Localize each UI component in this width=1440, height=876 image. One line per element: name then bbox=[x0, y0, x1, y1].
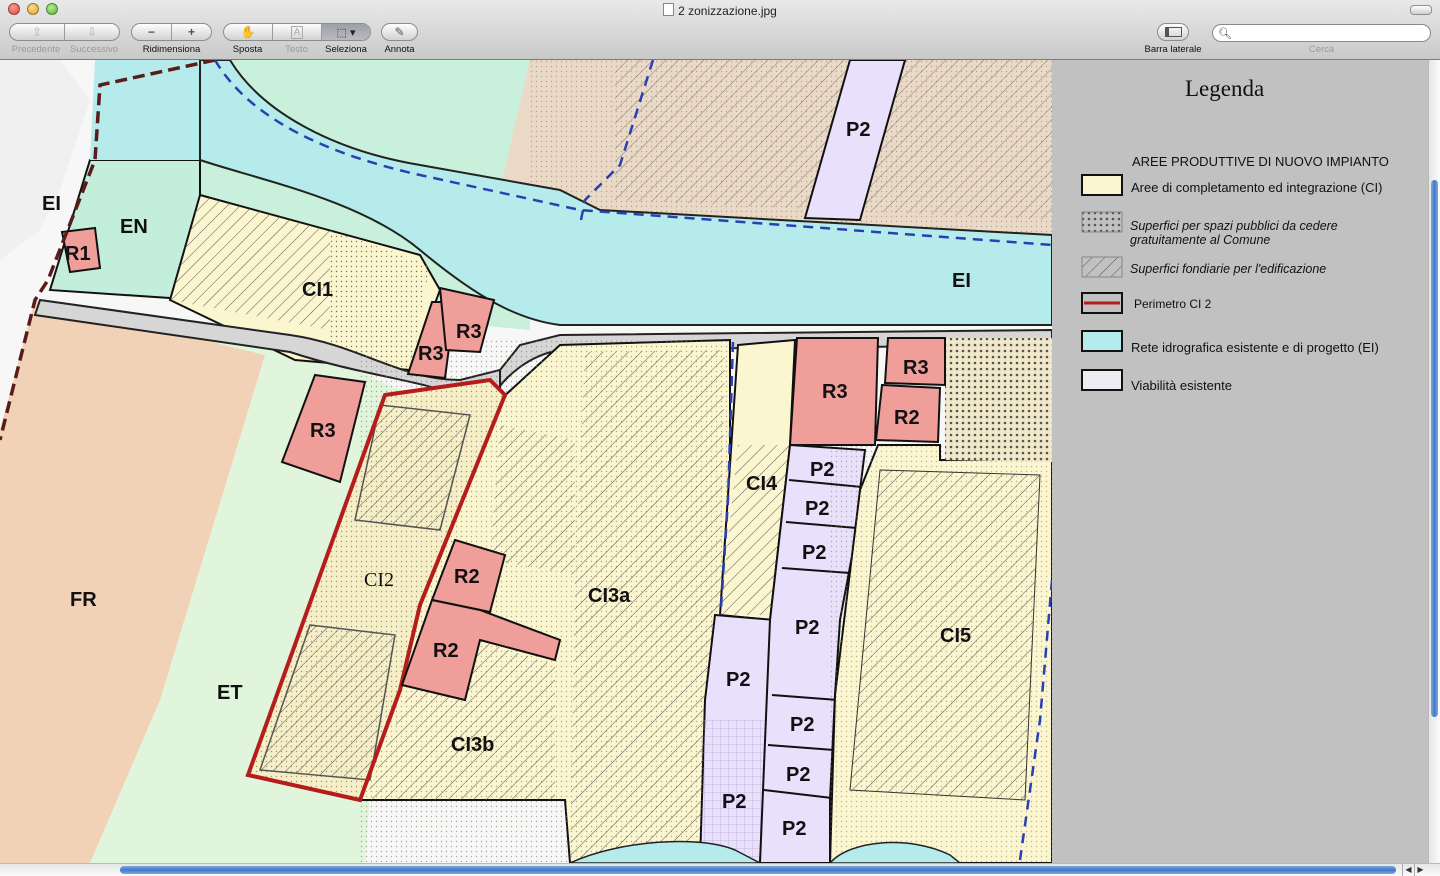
legend-title: Legenda bbox=[1185, 76, 1264, 101]
label-p2-a: P2 bbox=[810, 459, 834, 481]
label-ei-main: EI bbox=[952, 270, 971, 292]
zoom-out-button[interactable]: − bbox=[132, 24, 171, 40]
legend-item-2-line1: Superfici per spazi pubblici da cedere bbox=[1130, 219, 1338, 233]
search-label: Cerca bbox=[1308, 44, 1335, 55]
label-ci2: CI2 bbox=[364, 569, 394, 591]
scroll-left-arrow[interactable]: ◀ bbox=[1402, 864, 1414, 876]
document-canvas[interactable]: EI EN R1 CI1 R3 R3 R3 EI P2 R3 R3 R2 P2 … bbox=[0, 60, 1428, 863]
toolbar-toggle-button[interactable] bbox=[1410, 5, 1432, 15]
annotate-seg: ✎ bbox=[382, 24, 417, 40]
annotate-button[interactable]: ✎ bbox=[381, 23, 418, 41]
legend-item-1: Aree di completamento ed integrazione (C… bbox=[1131, 180, 1382, 195]
zone-ci3-small-hatch bbox=[490, 425, 575, 575]
legend-heading: AREE PRODUTTIVE DI NUOVO IMPIANTO bbox=[1132, 154, 1389, 169]
select-label: Seleziona bbox=[325, 44, 367, 55]
tool-mode-control: ✋ A ⬚ ▾ bbox=[223, 23, 371, 41]
selection-icon: ⬚ ▾ bbox=[336, 26, 356, 39]
label-ei-left: EI bbox=[42, 193, 61, 215]
label-r3-b: R3 bbox=[456, 321, 482, 343]
search-input[interactable] bbox=[1233, 26, 1427, 42]
legend-swatch-ci bbox=[1081, 174, 1123, 196]
zone-public-space-pattern bbox=[945, 338, 1052, 462]
pencil-icon: ✎ bbox=[394, 25, 405, 39]
horizontal-scroll-thumb[interactable] bbox=[120, 866, 1396, 874]
move-label: Sposta bbox=[232, 44, 263, 55]
label-p2-d: P2 bbox=[795, 617, 819, 639]
label-p2-g: P2 bbox=[786, 764, 810, 786]
window-title: 2 zonizzazione.jpg bbox=[0, 3, 1440, 18]
zoning-map-image: EI EN R1 CI1 R3 R3 R3 EI P2 R3 R3 R2 P2 … bbox=[0, 60, 1428, 863]
previous-button[interactable]: ⇧ bbox=[10, 24, 64, 40]
next-button[interactable]: ⇩ bbox=[64, 24, 119, 40]
zone-p2-grid bbox=[700, 720, 770, 860]
arrow-up-icon: ⇧ bbox=[31, 25, 43, 39]
label-r1: R1 bbox=[65, 243, 91, 265]
minus-icon: − bbox=[147, 25, 155, 39]
label-p2-f: P2 bbox=[790, 714, 814, 736]
window-title-text: 2 zonizzazione.jpg bbox=[678, 4, 777, 18]
water-left bbox=[90, 60, 200, 160]
label-r2-c: R2 bbox=[433, 640, 459, 662]
label-r2-a: R2 bbox=[894, 407, 920, 429]
sidebar-label: Barra laterale bbox=[1144, 44, 1202, 55]
label-ci3b: CI3b bbox=[451, 734, 494, 756]
label-et: ET bbox=[217, 682, 243, 704]
legend-item-6: Viabilità esistente bbox=[1131, 378, 1232, 393]
annotate-label: Annota bbox=[384, 44, 415, 55]
previous-label: Precedente bbox=[11, 44, 61, 55]
search-field[interactable]: 🔍︎ bbox=[1212, 24, 1431, 42]
label-ci5: CI5 bbox=[940, 625, 971, 647]
label-en: EN bbox=[120, 216, 148, 238]
label-p2-i: P2 bbox=[782, 818, 806, 840]
resize-label: Ridimensiona bbox=[142, 44, 201, 55]
zoom-in-button[interactable]: + bbox=[171, 24, 211, 40]
legend-item-4: Perimetro CI 2 bbox=[1134, 297, 1212, 311]
legend-item-5: Rete idrografica esistente e di progetto… bbox=[1131, 340, 1379, 355]
legend-swatch-hatch bbox=[1081, 256, 1123, 278]
label-fr: FR bbox=[70, 589, 97, 611]
document-icon bbox=[663, 3, 675, 16]
label-p2-top: P2 bbox=[846, 119, 870, 141]
label-ci3a: CI3a bbox=[588, 585, 631, 607]
horizontal-scrollbar[interactable]: ◀ ▶ bbox=[0, 863, 1440, 876]
label-p2-e: P2 bbox=[726, 669, 750, 691]
prev-next-control: ⇧ ⇩ bbox=[9, 23, 120, 41]
resize-control: − + bbox=[131, 23, 212, 41]
label-r3-a: R3 bbox=[418, 343, 444, 365]
legend-item-2-line2: gratuitamente al Comune bbox=[1130, 233, 1270, 247]
legend-swatch-public bbox=[1081, 211, 1123, 233]
legend-swatch-water bbox=[1081, 330, 1123, 352]
arrow-down-icon: ⇩ bbox=[86, 25, 98, 39]
label-p2-b: P2 bbox=[805, 498, 829, 520]
window-titlebar: 2 zonizzazione.jpg ⇧ ⇩ Precedente Succes… bbox=[0, 0, 1440, 60]
sidebar-button[interactable] bbox=[1157, 23, 1189, 41]
label-r3-e: R3 bbox=[903, 357, 929, 379]
text-icon: A bbox=[290, 25, 304, 39]
label-p2-h: P2 bbox=[722, 791, 746, 813]
scroll-right-arrow[interactable]: ▶ bbox=[1414, 864, 1426, 876]
label-r2-b: R2 bbox=[454, 566, 480, 588]
label-ci1: CI1 bbox=[302, 279, 333, 301]
text-tool-button[interactable]: A bbox=[272, 24, 321, 40]
vertical-scroll-thumb[interactable] bbox=[1431, 180, 1438, 717]
plus-icon: + bbox=[187, 25, 195, 39]
legend-swatch-road bbox=[1081, 369, 1123, 391]
sidebar-seg bbox=[1158, 24, 1188, 40]
select-tool-button[interactable]: ⬚ ▾ bbox=[321, 24, 370, 40]
label-r3-c: R3 bbox=[310, 420, 336, 442]
sidebar-icon bbox=[1164, 27, 1182, 37]
search-icon: 🔍︎ bbox=[1218, 28, 1232, 40]
text-label: Testo bbox=[285, 44, 308, 55]
hand-icon: ✋ bbox=[240, 25, 256, 39]
label-ci4: CI4 bbox=[746, 473, 778, 495]
legend-item-3: Superfici fondiarie per l'edificazione bbox=[1130, 262, 1326, 276]
vertical-scrollbar[interactable] bbox=[1428, 60, 1440, 863]
move-tool-button[interactable]: ✋ bbox=[224, 24, 272, 40]
label-p2-c: P2 bbox=[802, 542, 826, 564]
label-r3-d: R3 bbox=[822, 381, 848, 403]
next-label: Successivo bbox=[69, 44, 119, 55]
